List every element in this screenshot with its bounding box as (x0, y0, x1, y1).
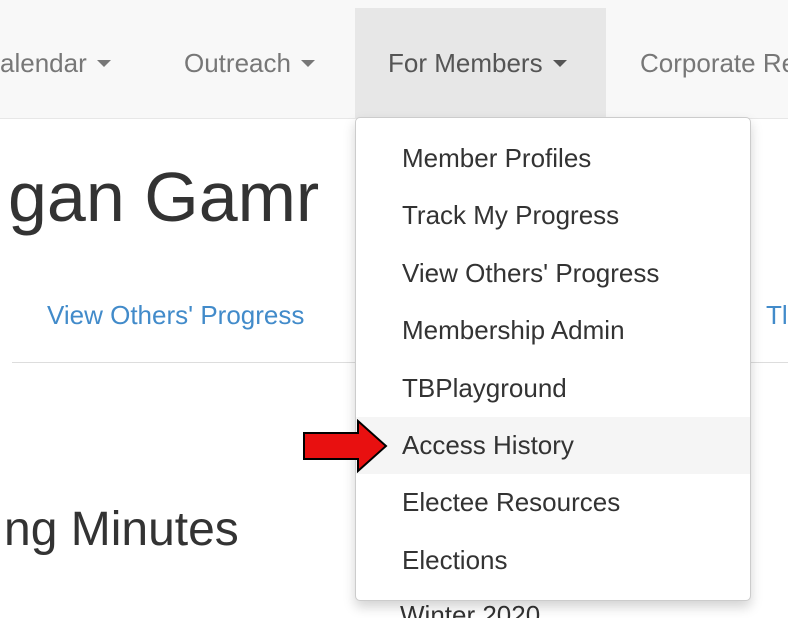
menu-item-access-history[interactable]: Access History (356, 416, 750, 475)
nav-calendar-label: alendar (0, 47, 87, 78)
section-heading: ng Minutes (4, 503, 239, 556)
subnav-cut-off-link[interactable]: Tl (766, 300, 788, 331)
page-title: gan Gamr (8, 158, 320, 236)
menu-item-view-others-progress[interactable]: View Others' Progress (356, 245, 750, 302)
nav-for-members-dropdown[interactable]: For Members (355, 8, 606, 118)
red-arrow-icon (303, 419, 388, 473)
caret-down-icon (96, 59, 111, 67)
nav-outreach-dropdown[interactable]: Outreach (184, 8, 315, 118)
menu-item-member-profiles[interactable]: Member Profiles (356, 130, 750, 187)
caret-down-icon (552, 59, 567, 67)
cut-off-text: Winter 2020 (400, 600, 541, 618)
subnav-view-others-progress-link[interactable]: View Others' Progress (47, 300, 304, 331)
nav-corporate-relations[interactable]: Corporate Re (640, 8, 788, 118)
nav-calendar-dropdown[interactable]: alendar (0, 8, 111, 118)
nav-outreach-label: Outreach (184, 47, 291, 78)
arrow-shape (303, 419, 388, 473)
menu-item-electee-resources[interactable]: Electee Resources (356, 474, 750, 531)
menu-item-tbplayground[interactable]: TBPlayground (356, 360, 750, 417)
for-members-dropdown-menu: Member Profiles Track My Progress View O… (355, 117, 751, 601)
page: alendar Outreach For Members Corporate R… (0, 0, 788, 618)
caret-down-icon (300, 59, 315, 67)
menu-item-elections[interactable]: Elections (356, 532, 750, 589)
top-navbar: alendar Outreach For Members Corporate R… (0, 0, 788, 119)
nav-corporate-label: Corporate Re (640, 47, 788, 78)
menu-item-track-my-progress[interactable]: Track My Progress (356, 187, 750, 244)
menu-item-membership-admin[interactable]: Membership Admin (356, 302, 750, 359)
nav-for-members-label: For Members (388, 47, 543, 78)
